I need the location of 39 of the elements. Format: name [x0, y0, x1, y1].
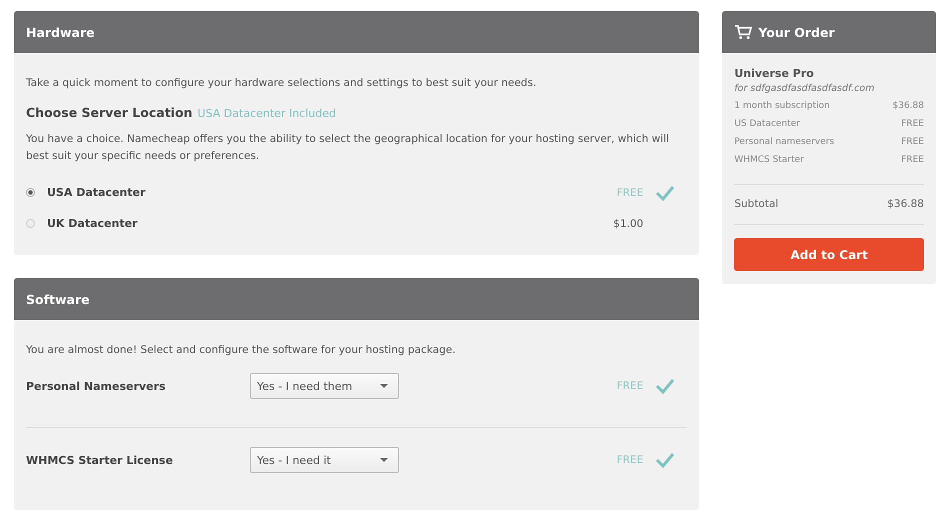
included-note: USA Datacenter Included	[198, 107, 336, 120]
panel-title: Your Order	[758, 24, 835, 40]
radio-button[interactable]	[26, 188, 35, 197]
intro-text: Take a quick moment to configure your hardware selections and settings to best suit your needs.	[26, 76, 538, 91]
intro-text: You are almost done! Select and configure the software for your hosting package.	[26, 343, 457, 358]
dropdown[interactable]: Yes - I need them	[250, 373, 399, 399]
domain-text: for sdfgasdfasdfasdfasdf.com	[734, 83, 876, 94]
caret-icon	[380, 384, 388, 388]
dropdown[interactable]: Yes - I need it	[250, 447, 399, 473]
item-name: Personal nameservers	[734, 136, 834, 149]
cart-icon	[734, 24, 754, 40]
caret-icon	[380, 458, 388, 462]
panel-title: Software	[26, 292, 90, 306]
section-heading: Choose Server Location	[26, 105, 192, 120]
item-price: FREE	[901, 136, 924, 149]
software-price: FREE	[616, 380, 644, 392]
option-label[interactable]: UK Datacenter	[47, 217, 614, 230]
check-icon	[655, 378, 676, 394]
software-label: WHMCS Starter License	[26, 454, 174, 466]
add-to-cart-button[interactable]: Add to Cart	[734, 238, 924, 271]
check-icon	[655, 184, 676, 200]
description-text: You have a choice. Namecheap offers you the ability to select the geographical location for your hosting server, which will best suit your specific needs or preferences.	[26, 132, 670, 164]
option-label[interactable]: USA Datacenter	[47, 186, 617, 199]
radio-button[interactable]	[26, 219, 35, 228]
item-price: FREE	[901, 154, 924, 167]
panel-title: Hardware	[26, 24, 95, 40]
software-price: FREE	[616, 454, 644, 466]
option-price: FREE	[616, 186, 644, 198]
option-price: $1.00	[613, 218, 644, 230]
subtotal-label: Subtotal	[734, 198, 778, 210]
item-price: $36.88	[892, 100, 924, 113]
item-name: WHMCS Starter	[734, 154, 804, 167]
product-name: Universe Pro	[734, 67, 815, 80]
item-price: FREE	[901, 118, 924, 131]
check-icon	[655, 452, 676, 468]
software-label: Personal Nameservers	[26, 380, 166, 392]
item-name: US Datacenter	[734, 118, 800, 131]
subtotal-value: $36.88	[887, 198, 924, 210]
item-name: 1 month subscription	[734, 100, 830, 113]
